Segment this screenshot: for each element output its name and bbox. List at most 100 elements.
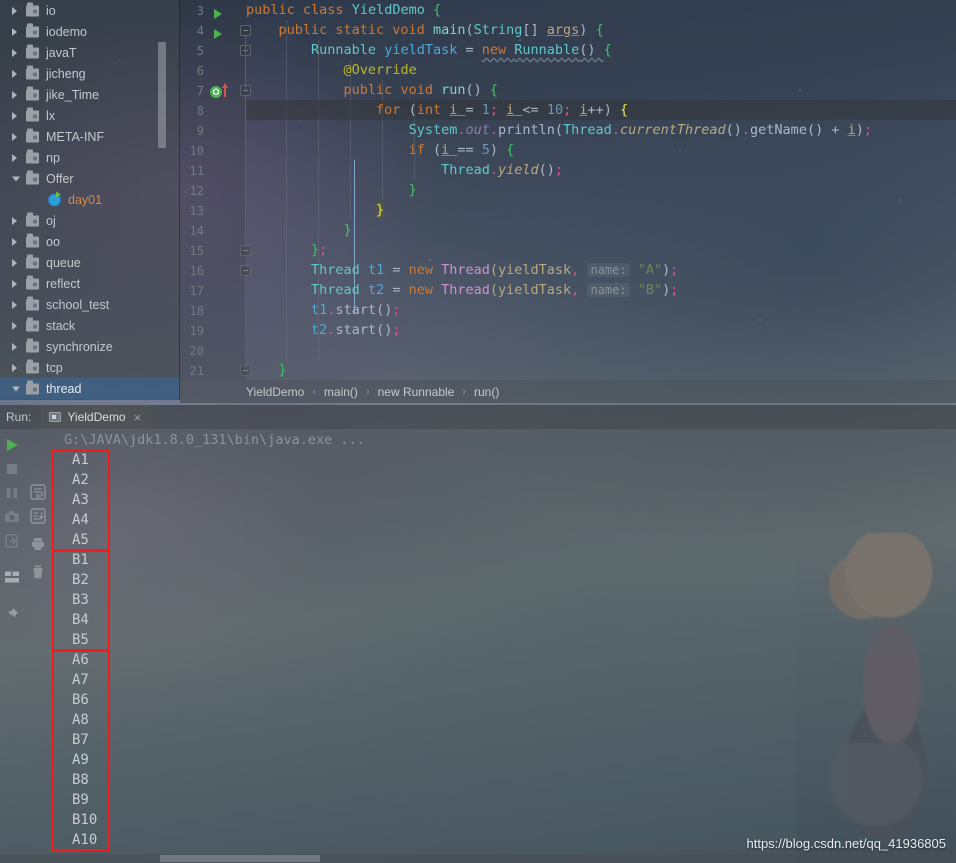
- code-line-9[interactable]: System.out.println(Thread.currentThread(…: [246, 120, 956, 140]
- chevron-right-icon[interactable]: [12, 216, 17, 225]
- chevron-down-icon[interactable]: [12, 176, 20, 181]
- chevron-right-icon[interactable]: [12, 300, 17, 309]
- exit-icon[interactable]: [4, 533, 20, 549]
- chevron-right-icon[interactable]: [12, 6, 17, 15]
- code-text-area[interactable]: public class YieldDemo { public static v…: [246, 0, 956, 380]
- run-gutter-icon[interactable]: [214, 29, 222, 39]
- tree-item-meta-inf[interactable]: META-INF: [0, 126, 180, 147]
- code-line-19[interactable]: t2.start();: [246, 320, 956, 340]
- code-line-3[interactable]: public class YieldDemo {: [246, 0, 956, 20]
- chevron-right-icon[interactable]: [12, 132, 17, 141]
- stop-icon[interactable]: [4, 461, 20, 477]
- chevron-right-icon[interactable]: [12, 342, 17, 351]
- chevron-down-icon[interactable]: [12, 386, 20, 391]
- editor-gutter[interactable]: 3 4 5 6 7 8 9 10 11 12 13 14 15 16 17 18 19 20 21 O: [180, 0, 251, 380]
- tree-item-synchronize[interactable]: synchronize: [0, 336, 180, 357]
- chevron-right-icon[interactable]: [12, 279, 17, 288]
- chevron-right-icon[interactable]: [12, 321, 17, 330]
- folder-icon: [26, 128, 39, 142]
- line-number-14: 14: [189, 224, 204, 238]
- folder-icon: [26, 233, 39, 247]
- chevron-right-icon[interactable]: [12, 258, 17, 267]
- code-editor[interactable]: 3 4 5 6 7 8 9 10 11 12 13 14 15 16 17 18 19 20 21 O public…: [180, 0, 956, 380]
- folder-icon: [26, 2, 39, 16]
- breadcrumb-item-3[interactable]: run(): [474, 385, 499, 399]
- layout-icon[interactable]: [4, 569, 20, 585]
- tree-item-queue[interactable]: queue: [0, 252, 180, 273]
- tree-item-javat[interactable]: javaT: [0, 42, 180, 63]
- code-line-8[interactable]: for (int i = 1; i <= 10; i++) {: [246, 100, 956, 120]
- chevron-right-icon[interactable]: [12, 363, 17, 372]
- code-line-20[interactable]: [246, 340, 956, 360]
- tree-item-tcp[interactable]: tcp: [0, 357, 180, 378]
- override-gutter-icon[interactable]: O: [210, 86, 222, 98]
- run-toolbar-secondary[interactable]: [26, 484, 50, 634]
- ide-window: io iodemo javaT jicheng jike_Time lx META-INF n…: [0, 0, 956, 863]
- tree-item-jicheng[interactable]: jicheng: [0, 63, 180, 84]
- chevron-right-icon[interactable]: [12, 90, 17, 99]
- watermark: https://blog.csdn.net/qq_41936805: [746, 836, 947, 851]
- tree-item-oj[interactable]: oj: [0, 210, 180, 231]
- run-gutter-icon[interactable]: [214, 9, 222, 19]
- run-tab-yielddemo[interactable]: YieldDemo ×: [41, 405, 150, 429]
- tree-item-reflect[interactable]: reflect: [0, 273, 180, 294]
- chevron-right-icon[interactable]: [12, 27, 17, 36]
- project-tree-scrollbar[interactable]: [158, 42, 166, 148]
- chevron-right-icon[interactable]: [12, 111, 17, 120]
- tree-item-lx[interactable]: lx: [0, 105, 180, 126]
- tree-item-stack[interactable]: stack: [0, 315, 180, 336]
- code-line-16[interactable]: Thread t1 = new Thread(yieldTask, name: …: [246, 260, 956, 280]
- code-line-12[interactable]: }: [246, 180, 956, 200]
- tree-item-offer[interactable]: Offer: [0, 168, 180, 189]
- line-number-13: 13: [189, 204, 204, 218]
- code-line-4[interactable]: public static void main(String[] args) {: [246, 20, 956, 40]
- line-number-17: 17: [189, 284, 204, 298]
- tree-item-day01[interactable]: day01: [0, 189, 180, 210]
- horizontal-scrollbar-thumb[interactable]: [160, 855, 320, 862]
- breadcrumb-item-2[interactable]: new Runnable: [378, 385, 455, 399]
- tree-item-label: lx: [46, 108, 56, 123]
- console-output[interactable]: G:\JAVA\jdk1.8.0_131\bin\java.exe ... A1…: [52, 429, 956, 854]
- pin-icon[interactable]: [4, 607, 20, 623]
- tree-item-jike-time[interactable]: jike_Time: [0, 84, 180, 105]
- print-icon[interactable]: [30, 536, 46, 552]
- tree-item-school-test[interactable]: school_test: [0, 294, 180, 315]
- horizontal-scrollbar-track[interactable]: [0, 854, 956, 863]
- soft-wrap-icon[interactable]: [30, 484, 46, 500]
- folder-icon: [26, 359, 39, 373]
- run-icon[interactable]: [4, 437, 20, 453]
- run-toolbar-primary[interactable]: [0, 429, 24, 854]
- code-line-13[interactable]: }: [246, 200, 956, 220]
- code-line-11[interactable]: Thread.yield();: [246, 160, 956, 180]
- trash-icon[interactable]: [30, 564, 46, 580]
- project-tree-panel[interactable]: io iodemo javaT jicheng jike_Timelx META-INF n…: [0, 0, 180, 400]
- code-line-18[interactable]: t1.start();: [246, 300, 956, 320]
- run-tool-window-header: Run: YieldDemo ×: [0, 405, 956, 429]
- camera-icon[interactable]: [4, 509, 20, 525]
- tree-item-iodemo[interactable]: iodemo: [0, 21, 180, 42]
- scroll-to-end-icon[interactable]: [30, 508, 46, 524]
- code-line-7[interactable]: public void run() {: [246, 80, 956, 100]
- pause-icon[interactable]: [4, 485, 20, 501]
- code-line-15[interactable]: };: [246, 240, 956, 260]
- code-line-14[interactable]: }: [246, 220, 956, 240]
- chevron-right-icon[interactable]: [12, 153, 17, 162]
- code-line-17[interactable]: Thread t2 = new Thread(yieldTask, name: …: [246, 280, 956, 300]
- code-line-10[interactable]: if (i == 5) {: [246, 140, 956, 160]
- code-line-21[interactable]: }: [246, 360, 956, 380]
- chevron-right-icon[interactable]: [12, 69, 17, 78]
- code-line-5[interactable]: Runnable yieldTask = new Runnable() {: [246, 40, 956, 60]
- breadcrumb[interactable]: YieldDemo › main() › new Runnable › run(…: [180, 380, 956, 403]
- folder-icon: [26, 44, 39, 58]
- close-icon[interactable]: ×: [134, 410, 142, 425]
- tree-item-io[interactable]: io: [0, 0, 180, 21]
- chevron-right-icon[interactable]: [12, 237, 17, 246]
- chevron-right-icon[interactable]: [12, 48, 17, 57]
- tree-item-oo[interactable]: oo: [0, 231, 180, 252]
- tree-item-np[interactable]: np: [0, 147, 180, 168]
- code-line-6[interactable]: @Override: [246, 60, 956, 80]
- tree-item-thread[interactable]: thread: [0, 378, 180, 399]
- breadcrumb-item-0[interactable]: YieldDemo: [246, 385, 304, 399]
- breadcrumb-item-1[interactable]: main(): [324, 385, 358, 399]
- tree-item-label: day01: [68, 192, 103, 207]
